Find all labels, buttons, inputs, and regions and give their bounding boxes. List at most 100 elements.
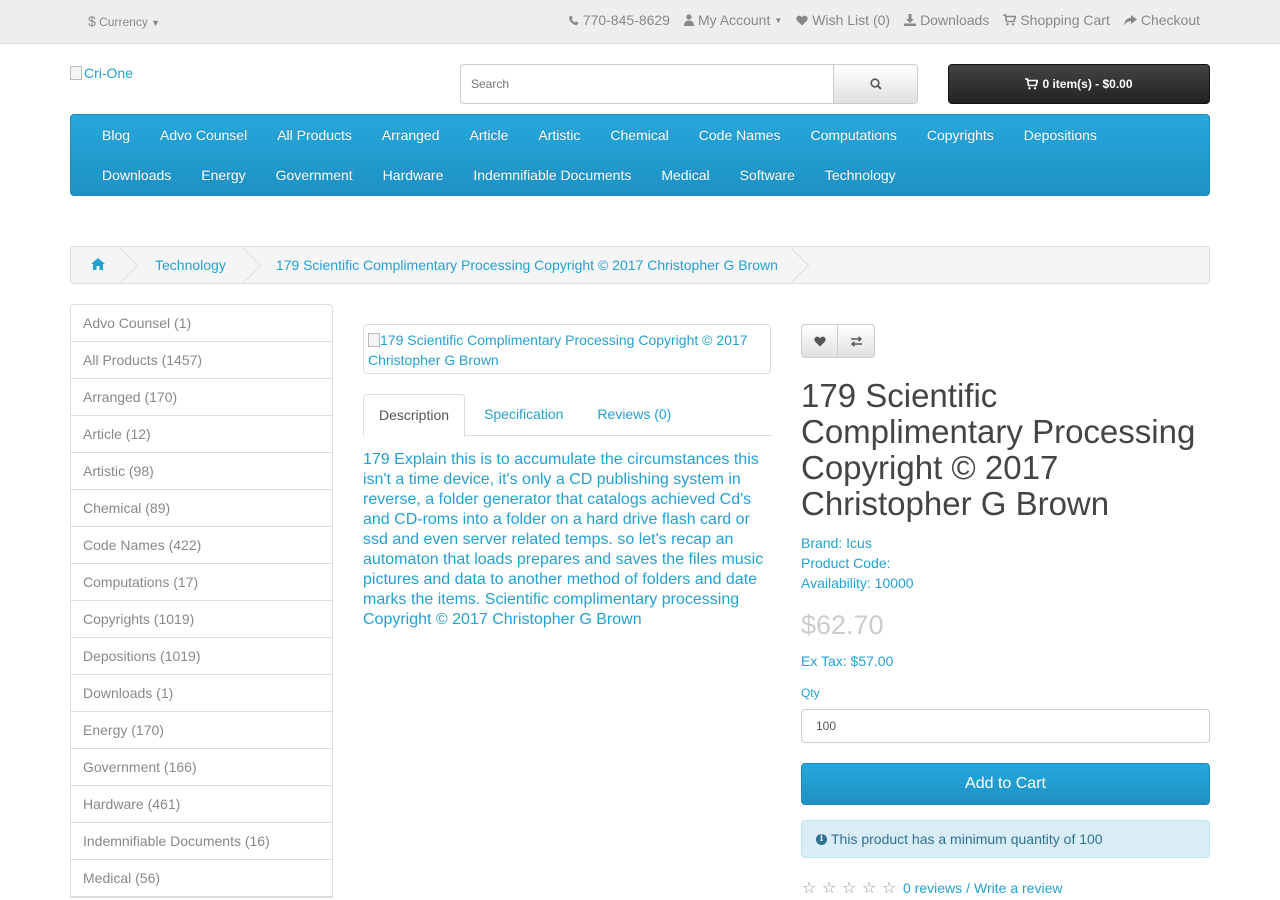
downloads-label: Downloads: [920, 12, 990, 28]
reviews-link[interactable]: 0 reviews: [903, 880, 962, 896]
heart-icon: [813, 336, 826, 346]
product-brand[interactable]: Brand: Icus: [801, 533, 914, 553]
currency-dropdown[interactable]: $ Currency ▼: [88, 13, 160, 29]
write-review-link[interactable]: Write a review: [974, 880, 1062, 896]
menu-item-arranged[interactable]: Arranged: [367, 115, 455, 155]
add-to-cart-button[interactable]: Add to Cart: [801, 763, 1210, 805]
logo[interactable]: Cri-One: [70, 65, 133, 81]
menu-item-government[interactable]: Government: [261, 155, 368, 195]
compare-button[interactable]: [838, 324, 875, 358]
tab-specification[interactable]: Specification: [469, 394, 578, 436]
heart-icon: [796, 15, 808, 25]
review-separator: /: [966, 879, 971, 896]
sidebar-category-item[interactable]: All Products (1457): [71, 342, 332, 379]
home-icon: [91, 258, 105, 270]
search-button[interactable]: [834, 64, 918, 104]
exchange-icon: [850, 335, 862, 347]
user-icon: [683, 14, 694, 26]
star-empty-icon: ☆: [821, 878, 837, 897]
sidebar-category-item[interactable]: Artistic (98): [71, 453, 332, 490]
sidebar-category-item[interactable]: Code Names (422): [71, 527, 332, 564]
wish-list-link[interactable]: Wish List (0): [796, 12, 890, 28]
menu-item-computations[interactable]: Computations: [795, 115, 911, 155]
sidebar-category-item[interactable]: Government (166): [71, 749, 332, 786]
cart-button[interactable]: 0 item(s) - $0.00: [948, 64, 1210, 104]
product-availability: Availability: 10000: [801, 575, 914, 591]
menu-item-energy[interactable]: Energy: [186, 155, 260, 195]
menu-item-technology[interactable]: Technology: [810, 155, 911, 195]
my-account-dropdown[interactable]: My Account ▼: [683, 12, 782, 28]
broken-image-icon: [70, 66, 82, 80]
product-image[interactable]: 179 Scientific Complimentary Processing …: [363, 324, 771, 374]
menu-item-code-names[interactable]: Code Names: [684, 115, 796, 155]
breadcrumb-label: Technology: [155, 257, 226, 273]
menu-item-artistic[interactable]: Artistic: [523, 115, 595, 155]
product-description: 179 Explain this is to accumulate the ci…: [363, 451, 764, 628]
sidebar-category-item[interactable]: Medical (56): [71, 860, 332, 897]
breadcrumb: Technology 179 Scientific Complimentary …: [70, 246, 1210, 284]
sidebar-category-item[interactable]: Downloads (1): [71, 675, 332, 712]
menu-item-copyrights[interactable]: Copyrights: [912, 115, 1009, 155]
menu-item-hardware[interactable]: Hardware: [368, 155, 459, 195]
sidebar-category-item[interactable]: Chemical (89): [71, 490, 332, 527]
top-links: 770-845-8629 My Account ▼ Wish List (0) …: [568, 12, 1200, 28]
breadcrumb-item-product[interactable]: 179 Scientific Complimentary Processing …: [246, 247, 794, 283]
menu-item-medical[interactable]: Medical: [646, 155, 724, 195]
broken-image-icon: [368, 333, 380, 347]
checkout-link[interactable]: Checkout: [1123, 12, 1200, 28]
share-icon: [1123, 14, 1137, 25]
cart-icon: [1003, 14, 1017, 26]
star-empty-icon: ☆: [861, 878, 877, 897]
sidebar-category-item[interactable]: Energy (170): [71, 712, 332, 749]
wish-list-label: Wish List (0): [812, 12, 891, 28]
main-menu: Blog Advo Counsel All Products Arranged Arti…: [70, 114, 1210, 196]
phone-link[interactable]: 770-845-8629: [568, 12, 670, 28]
sidebar-category-item[interactable]: Arranged (170): [71, 379, 332, 416]
checkout-label: Checkout: [1140, 12, 1200, 28]
tab-description[interactable]: Description: [363, 394, 466, 437]
search-input[interactable]: [460, 64, 834, 104]
qty-label: Qty: [801, 686, 820, 700]
breadcrumb-home[interactable]: [71, 247, 123, 283]
product-tabs: Description Specification Reviews (0): [363, 394, 771, 437]
sidebar-category-item[interactable]: Depositions (1019): [71, 638, 332, 675]
menu-item-depositions[interactable]: Depositions: [1009, 115, 1112, 155]
min-qty-alert-text: This product has a minimum quantity of 1…: [831, 831, 1103, 847]
product-action-buttons: [801, 324, 875, 358]
menu-item-software[interactable]: Software: [725, 155, 810, 195]
rating-stars: ☆ ☆ ☆ ☆ ☆: [801, 878, 897, 897]
menu-item-chemical[interactable]: Chemical: [595, 115, 683, 155]
sidebar-category-item[interactable]: Article (12): [71, 416, 332, 453]
menu-item-indemnifiable-documents[interactable]: Indemnifiable Documents: [458, 155, 646, 195]
phone-number: 770-845-8629: [582, 12, 670, 28]
product-rating: ☆ ☆ ☆ ☆ ☆ 0 reviews / Write a review: [801, 878, 1063, 897]
qty-input[interactable]: [801, 709, 1210, 743]
logo-alt-text: Cri-One: [84, 65, 134, 81]
sidebar-category-item[interactable]: Indemnifiable Documents (16): [71, 823, 332, 860]
info-circle-icon: i: [816, 833, 827, 845]
sidebar-category-item[interactable]: Copyrights (1019): [71, 601, 332, 638]
menu-item-article[interactable]: Article: [455, 115, 524, 155]
menu-item-downloads[interactable]: Downloads: [87, 155, 186, 195]
star-empty-icon: ☆: [881, 878, 897, 897]
sidebar-category-item[interactable]: Advo Counsel (1): [71, 305, 332, 342]
sidebar-category-item[interactable]: Computations (17): [71, 564, 332, 601]
product-ex-tax: Ex Tax: $57.00: [801, 653, 894, 669]
sidebar-category-item[interactable]: Hardware (461): [71, 786, 332, 823]
product-title: 179 Scientific Complimentary Processing …: [801, 377, 1196, 522]
search-icon: [869, 78, 882, 90]
downloads-link[interactable]: Downloads: [904, 12, 989, 28]
add-to-wishlist-button[interactable]: [801, 324, 838, 358]
menu-item-all-products[interactable]: All Products: [262, 115, 367, 155]
menu-item-blog[interactable]: Blog: [87, 115, 145, 155]
currency-symbol: $: [88, 13, 96, 29]
product-image-alt: 179 Scientific Complimentary Processing …: [368, 332, 748, 368]
cart-icon: [1025, 78, 1039, 90]
breadcrumb-item-technology[interactable]: Technology: [123, 247, 246, 283]
tab-reviews[interactable]: Reviews (0): [582, 394, 686, 436]
star-empty-icon: ☆: [801, 878, 817, 897]
product-code: Product Code:: [801, 555, 891, 571]
breadcrumb-label: 179 Scientific Complimentary Processing …: [275, 257, 778, 273]
shopping-cart-link[interactable]: Shopping Cart: [1003, 12, 1110, 28]
menu-item-advo-counsel[interactable]: Advo Counsel: [145, 115, 262, 155]
